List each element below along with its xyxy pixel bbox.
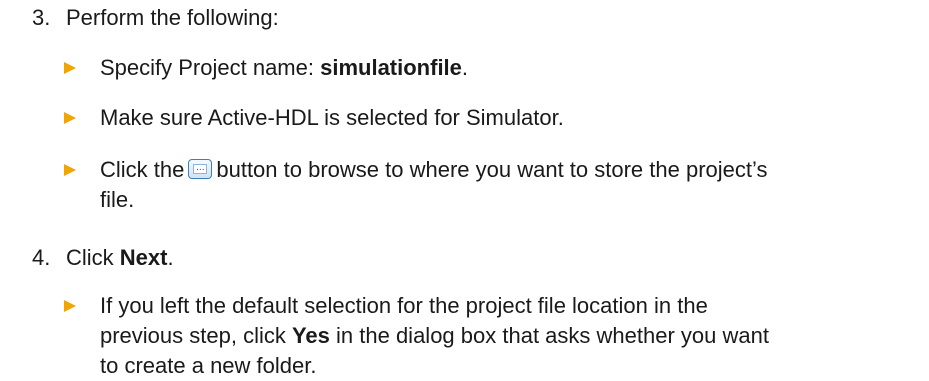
bullet-text-prefix: Specify Project name: (100, 55, 321, 80)
step-4: 4. Click Next. (32, 243, 912, 273)
bullet-arrow-icon (64, 62, 76, 74)
bullet-browse: Click the... button to browse to where yo… (64, 155, 919, 215)
bullet-text: Click the... button to browse to where yo… (100, 155, 919, 215)
bullet-project-name: Specify Project name: simulationfile. (64, 53, 919, 83)
bullet-text: Specify Project name: simulationfile. (100, 53, 919, 83)
bullet-text-line3: to create a new folder. (100, 353, 317, 378)
bullet-text: Make sure Active-HDL is selected for Sim… (100, 105, 564, 130)
bullet-text: If you left the default selection for th… (100, 291, 919, 381)
bullet-arrow-icon (64, 300, 76, 312)
bullet-text-line2-suffix: in the dialog box that asks whether you … (329, 323, 769, 348)
step-number: 3. (32, 5, 51, 30)
bullet-arrow-icon (64, 112, 76, 124)
bullet-simulator: Make sure Active-HDL is selected for Sim… (64, 103, 919, 133)
bullet-text-line2-prefix: previous step, click (100, 323, 292, 348)
yes-label: Yes (291, 323, 330, 348)
bullet-default-location: If you left the default selection for th… (64, 291, 919, 381)
browse-ellipsis-icon: ... (193, 164, 208, 175)
step-number: 4. (32, 245, 51, 270)
bullet-text-line2: file. (100, 187, 135, 212)
step-text-prefix: Click (66, 245, 120, 270)
bullet-arrow-icon (64, 164, 76, 176)
project-name-value: simulationfile (320, 55, 462, 80)
bullet-text-suffix: . (461, 55, 469, 80)
step-text-suffix: . (167, 245, 174, 270)
step-3: 3. Perform the following: (32, 3, 912, 33)
bullet-text-line1: If you left the default selection for th… (100, 293, 708, 318)
step-next-label: Next (119, 245, 168, 270)
bullet-text-line1: button to browse to where you want to st… (216, 157, 768, 182)
step-text: Perform the following: (66, 5, 279, 30)
bullet-text-prefix: Click the (100, 157, 185, 182)
browse-button[interactable]: ... (188, 159, 213, 180)
